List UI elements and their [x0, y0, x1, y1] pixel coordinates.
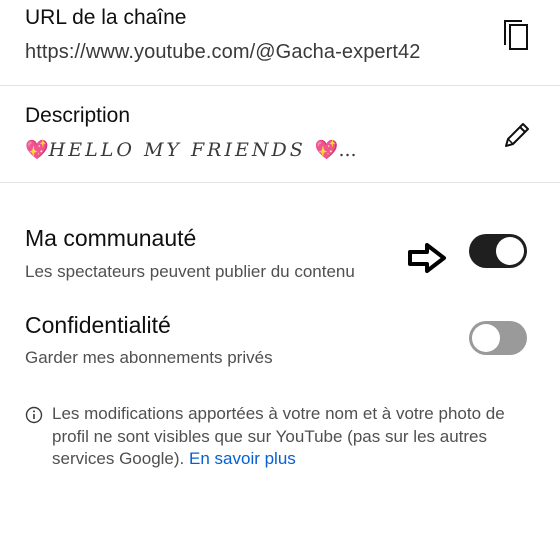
privacy-toggle[interactable] — [469, 321, 527, 355]
copy-icon[interactable] — [502, 18, 530, 52]
privacy-title: Confidentialité — [25, 312, 171, 338]
toggle-knob — [472, 324, 500, 352]
community-toggle[interactable] — [469, 234, 527, 268]
description-label: Description — [25, 104, 131, 127]
description-text: HELLO MY FRIENDS — [48, 139, 306, 161]
privacy-subtitle: Garder mes abonnements privés — [25, 348, 273, 367]
privacy-row[interactable]: Confidentialité Garder mes abonnements p… — [0, 293, 560, 383]
community-row[interactable]: Ma communauté Les spectateurs peuvent pu… — [0, 183, 560, 293]
community-subtitle: Les spectateurs peuvent publier du conte… — [25, 262, 355, 281]
heart-emoji: 💖 — [314, 139, 339, 161]
arrow-right-icon — [408, 243, 446, 273]
description-value: 💖HELLO MY FRIENDS 💖... — [25, 138, 357, 161]
pencil-icon[interactable] — [501, 119, 533, 151]
description-section: Description 💖HELLO MY FRIENDS 💖... — [0, 86, 560, 182]
notice-text: Les modifications apportées à votre nom … — [52, 403, 542, 471]
description-ellipsis: ... — [338, 139, 357, 161]
heart-emoji: 💖 — [25, 139, 49, 161]
info-icon — [25, 406, 43, 424]
toggle-knob — [496, 237, 524, 265]
community-title: Ma communauté — [25, 225, 197, 251]
learn-more-link[interactable]: En savoir plus — [189, 449, 296, 468]
channel-url-section: URL de la chaîne https://www.youtube.com… — [0, 0, 560, 85]
channel-url-label: URL de la chaîne — [25, 6, 187, 29]
channel-url-value: https://www.youtube.com/@Gacha-expert42 — [25, 41, 421, 63]
